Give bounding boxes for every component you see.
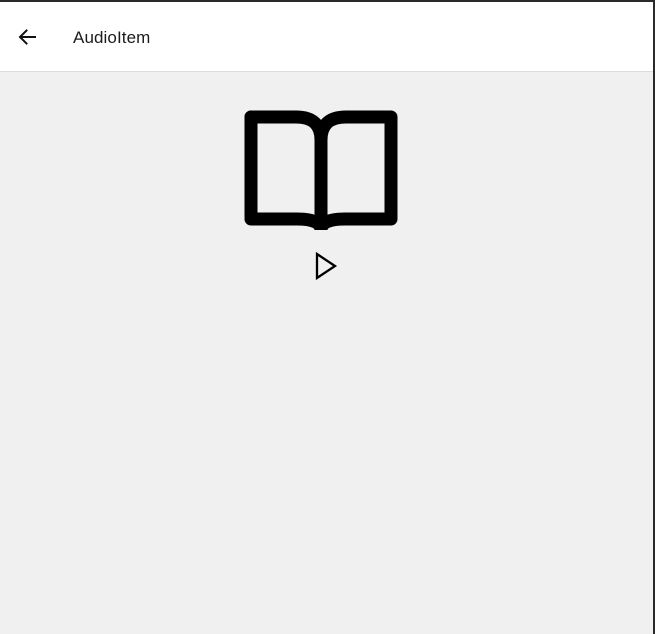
page-title: AudioItem bbox=[73, 28, 151, 47]
arrow-left-icon bbox=[18, 29, 36, 45]
play-button[interactable] bbox=[308, 248, 344, 284]
app-window: AudioItem bbox=[0, 0, 655, 634]
app-bar: AudioItem bbox=[0, 2, 653, 72]
open-book-icon bbox=[241, 90, 401, 230]
play-icon bbox=[315, 251, 338, 281]
audio-item-content bbox=[0, 72, 653, 634]
back-button[interactable] bbox=[8, 18, 46, 56]
